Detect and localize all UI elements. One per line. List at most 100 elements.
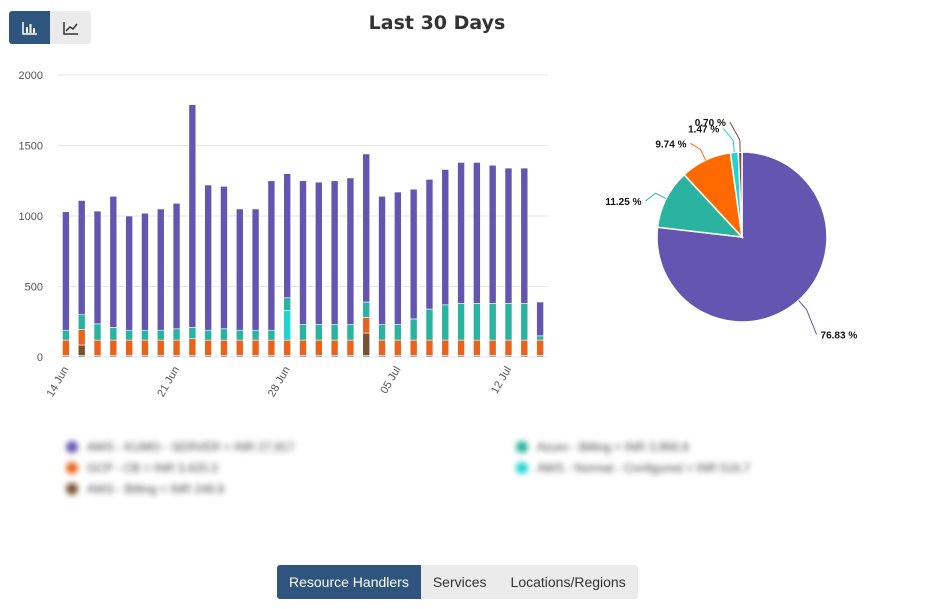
bar-segment xyxy=(299,339,307,356)
legend-swatch xyxy=(66,440,78,453)
bar-segment xyxy=(299,180,307,325)
bar-segment xyxy=(520,303,529,341)
bar-segment xyxy=(504,303,513,341)
x-tick-label: 12 Jul xyxy=(489,365,514,396)
bar-segment xyxy=(315,339,323,356)
legend-label: AWS - Normal - Configured = INR 516.7 xyxy=(537,460,751,475)
bar-segment xyxy=(504,339,513,356)
bar-segment xyxy=(457,303,465,341)
stacked-bar-chart: 0 500 1000 1500 2000 14 Jun 21 Jun 28 Jun 05 Jul… xyxy=(19,70,548,400)
bar-segment xyxy=(125,329,133,341)
tab-resource-handlers[interactable]: Resource Handlers xyxy=(277,565,421,599)
legend-item[interactable]: Azure - Billing = INR 3,956.8 xyxy=(516,436,750,457)
x-tick-label: 28 Jun xyxy=(266,365,293,400)
bar-segment xyxy=(473,303,481,341)
bar-segment xyxy=(362,153,371,303)
pie-data-label: 0.70 % xyxy=(695,118,726,129)
bar-segment xyxy=(441,339,450,356)
pie-chart: 76.83 %11.25 %9.74 %1.47 %0.70 % xyxy=(605,118,858,341)
bar-segment xyxy=(109,195,118,328)
bar-segment xyxy=(346,177,355,325)
bar-segment xyxy=(299,324,307,341)
bar-segment xyxy=(156,339,165,356)
tab-locations-regions[interactable]: Locations/Regions xyxy=(498,565,638,599)
legend-label: AWS - KUMO - SERVER = INR 27,917 xyxy=(87,439,295,454)
bar-segment xyxy=(473,162,481,304)
bar-segment xyxy=(457,162,465,304)
pie-connector xyxy=(729,121,741,153)
bar-segment xyxy=(378,339,386,356)
bar-segment xyxy=(457,339,465,356)
bar-segment xyxy=(141,339,149,356)
y-tick-label: 500 xyxy=(25,282,43,294)
bar-segment xyxy=(109,327,118,341)
bar-segment xyxy=(204,339,212,356)
bar-segment xyxy=(330,180,339,325)
pie-connector xyxy=(645,192,667,202)
bar-segment xyxy=(172,339,181,356)
x-tick-label: 14 Jun xyxy=(45,365,72,400)
bar-segment xyxy=(172,203,181,330)
bar-segment xyxy=(235,208,244,331)
bar-segment xyxy=(141,329,149,341)
legend-left: AWS - KUMO - SERVER = INR 27,917 GCP - C… xyxy=(66,436,295,499)
legend-label: Azure - Billing = INR 3,956.8 xyxy=(537,439,689,454)
bar-segment xyxy=(441,304,450,341)
bar-segment xyxy=(488,164,497,304)
pie-connector xyxy=(798,300,817,335)
bar-segment xyxy=(346,324,355,341)
y-tick-label: 0 xyxy=(37,352,43,364)
x-tick-label: 21 Jun xyxy=(155,365,182,400)
bar-segment xyxy=(267,339,276,356)
bar-segment xyxy=(93,323,102,341)
bar-segment xyxy=(62,329,70,341)
bar-segment xyxy=(409,339,418,356)
y-tick-label: 1500 xyxy=(19,141,43,153)
bar-segment xyxy=(283,173,291,299)
bar-segment xyxy=(394,191,402,325)
bar-segment xyxy=(425,179,434,310)
bar-segment xyxy=(77,344,86,356)
bar-segment xyxy=(504,167,513,304)
bar-segment xyxy=(346,339,355,356)
bar-segment xyxy=(267,180,276,331)
y-tick-label: 1000 xyxy=(19,211,43,223)
pie-connector xyxy=(722,128,735,153)
legend-item[interactable]: AWS - Billing = INR 248.8 xyxy=(66,478,295,499)
bar-segment xyxy=(62,339,70,356)
tab-services[interactable]: Services xyxy=(420,565,499,599)
legend-label: AWS - Billing = INR 248.8 xyxy=(87,481,225,496)
bar-segment xyxy=(125,215,133,331)
pie-data-label: 76.83 % xyxy=(821,330,858,341)
bar-segment xyxy=(220,339,228,356)
y-tick-label: 2000 xyxy=(19,70,43,82)
bar-segment xyxy=(409,318,418,341)
bar-segment xyxy=(267,329,276,341)
bar-segment xyxy=(378,324,386,341)
bar-segment xyxy=(315,324,323,341)
pie-connector xyxy=(690,142,707,161)
bar-segment xyxy=(172,328,181,341)
bar-segment xyxy=(409,188,418,320)
bar-segment xyxy=(536,301,544,337)
grouping-tabs: Resource Handlers Services Locations/Reg… xyxy=(277,565,638,599)
bar-segment xyxy=(235,339,244,356)
bar-segment xyxy=(141,212,149,331)
bar-segment xyxy=(93,210,102,325)
bar-segment xyxy=(156,208,165,331)
pie-data-label: 9.74 % xyxy=(655,139,686,150)
legend-swatch xyxy=(66,482,78,495)
bar-segment xyxy=(251,339,260,356)
bar-segment xyxy=(188,327,197,339)
bar-segment xyxy=(77,314,86,330)
bar-segment xyxy=(330,339,339,356)
legend-item[interactable]: AWS - KUMO - SERVER = INR 27,917 xyxy=(66,436,295,457)
bar-segment xyxy=(283,297,291,311)
legend-item[interactable]: GCP - CB = INR 3,420.3 xyxy=(66,457,295,478)
bar-segment xyxy=(536,339,544,356)
legend-swatch xyxy=(516,440,528,453)
bar-segment xyxy=(251,208,260,331)
legend-item[interactable]: AWS - Normal - Configured = INR 516.7 xyxy=(516,457,750,478)
bar-segment xyxy=(473,339,481,356)
bar-segment xyxy=(441,169,450,306)
